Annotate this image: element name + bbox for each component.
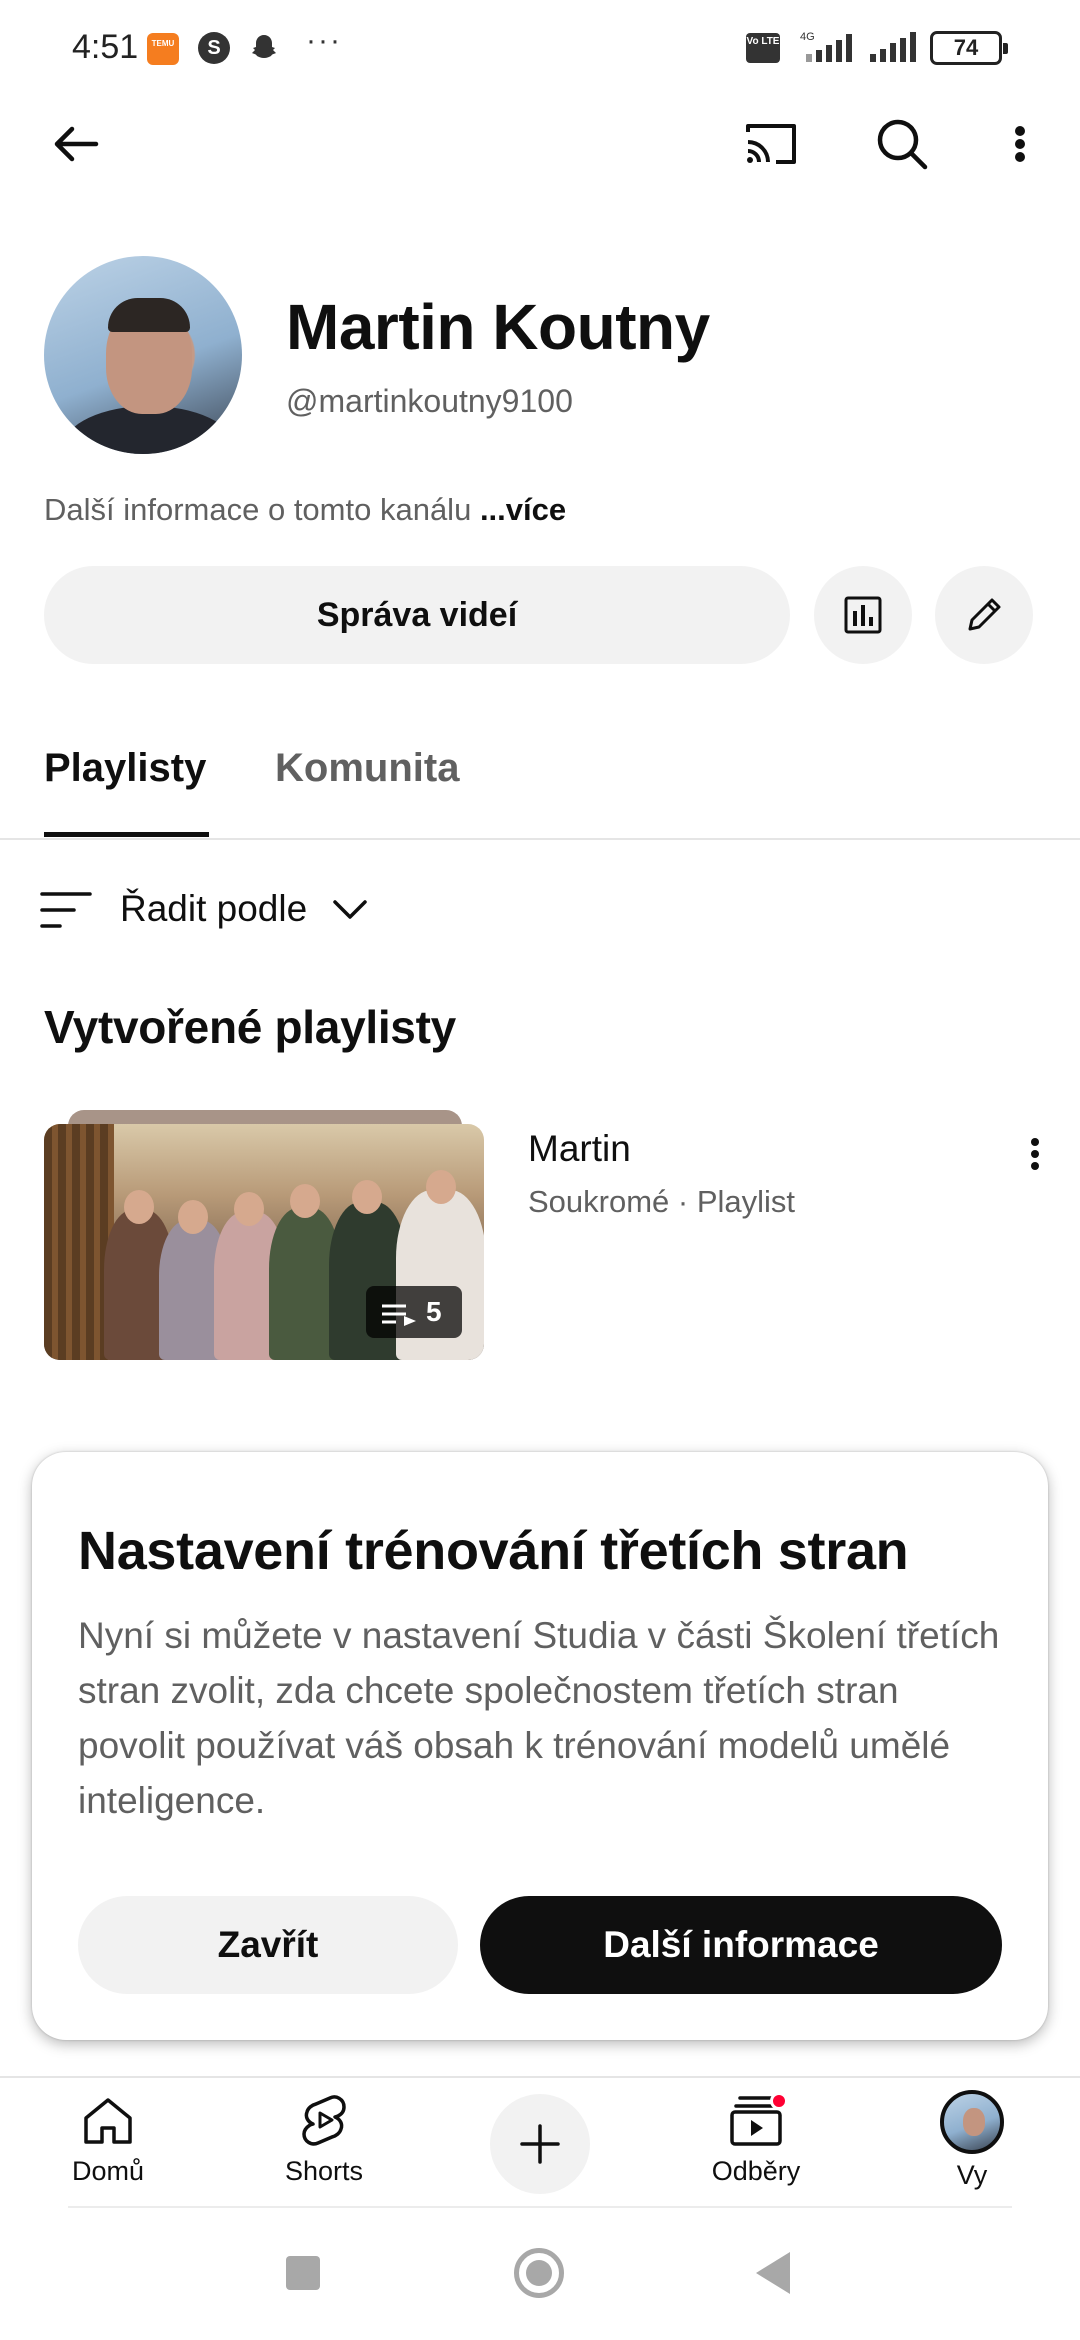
analytics-button[interactable]	[814, 566, 912, 664]
playlist-count-badge: 5	[366, 1286, 462, 1338]
dialog-title: Nastavení trénování třetích stran	[78, 1521, 909, 1581]
thumb-head	[234, 1192, 264, 1226]
tab-community[interactable]: Komunita	[275, 746, 459, 791]
back-button[interactable]	[756, 2252, 790, 2294]
system-nav-divider	[68, 2206, 1012, 2208]
channel-name: Martin Koutny	[286, 291, 710, 363]
playlist-count: 5	[426, 1296, 442, 1327]
section-title: Vytvořené playlisty	[44, 1001, 456, 1053]
home-icon	[84, 2098, 132, 2144]
status-time: 4:51	[72, 28, 139, 66]
thumb-head	[290, 1184, 320, 1218]
playlist-title[interactable]: Martin	[528, 1128, 631, 1170]
temu-icon: TEMU	[147, 33, 179, 65]
playlist-meta: Soukromé · Playlist	[528, 1184, 796, 1219]
pencil-icon	[968, 598, 1001, 631]
channel-avatar[interactable]	[44, 256, 242, 454]
about-more-link[interactable]: ...více	[480, 492, 566, 527]
active-tab-indicator	[44, 832, 209, 837]
dialog-body: Nyní si můžete v nastavení Studia v část…	[78, 1615, 1000, 1821]
nav-shorts[interactable]: Shorts	[254, 2090, 394, 2200]
playlist-icon	[382, 1304, 416, 1326]
snapchat-icon	[252, 35, 276, 58]
volte-icon: Vo LTE	[746, 33, 780, 63]
signal-4g-icon: 4G	[800, 31, 852, 62]
notification-dot	[770, 2092, 788, 2110]
back-arrow-icon[interactable]	[44, 112, 108, 176]
tab-playlists[interactable]: Playlisty	[44, 746, 206, 791]
search-icon[interactable]	[870, 112, 934, 176]
channel-about[interactable]: Další informace o tomto kanálu ...více	[44, 492, 566, 528]
sort-dropdown[interactable]: Řadit podle	[120, 888, 307, 930]
thumb-head	[426, 1170, 456, 1204]
nav-you[interactable]: Vy	[902, 2090, 1042, 2200]
nav-subscriptions-label: Odběry	[711, 2156, 801, 2186]
edit-channel-button[interactable]	[935, 566, 1033, 664]
battery-icon: 74	[930, 31, 1008, 65]
plus-icon	[520, 2124, 560, 2164]
home-button[interactable]	[514, 2248, 564, 2298]
create-button[interactable]	[490, 2094, 590, 2194]
s-app-icon: S	[198, 32, 230, 64]
channel-handle: @martinkoutny9100	[286, 383, 573, 419]
thumb-head	[352, 1180, 382, 1214]
signal-icon	[870, 32, 916, 62]
nav-you-label: Vy	[956, 2160, 988, 2190]
shorts-icon	[302, 2095, 346, 2146]
more-vert-icon[interactable]	[1020, 1132, 1050, 1176]
nav-subscriptions[interactable]: Odběry	[686, 2090, 826, 2200]
nav-home-label: Domů	[71, 2156, 145, 2186]
cast-icon[interactable]	[740, 112, 804, 176]
sort-icon[interactable]	[40, 888, 92, 932]
tab-divider	[0, 838, 1080, 840]
manage-videos-button[interactable]: Správa videí	[44, 566, 790, 664]
chevron-down-icon[interactable]	[330, 896, 370, 924]
nav-shorts-label: Shorts	[284, 2156, 364, 2186]
thumb-head	[124, 1190, 154, 1224]
network-type-label: 4G	[800, 31, 815, 43]
more-vert-icon[interactable]	[1000, 112, 1040, 176]
more-notifications-icon: ···	[306, 24, 342, 57]
about-text: Další informace o tomto kanálu	[44, 492, 472, 527]
thumb-head	[178, 1200, 208, 1234]
nav-divider	[0, 2076, 1080, 2078]
nav-home[interactable]: Domů	[38, 2090, 178, 2200]
more-info-button[interactable]: Další informace	[480, 1896, 1002, 1994]
avatar-hair	[108, 298, 190, 332]
recents-button[interactable]	[286, 2256, 320, 2290]
close-button[interactable]: Zavřít	[78, 1896, 458, 1994]
analytics-icon	[844, 596, 882, 634]
you-avatar	[940, 2090, 1004, 2154]
